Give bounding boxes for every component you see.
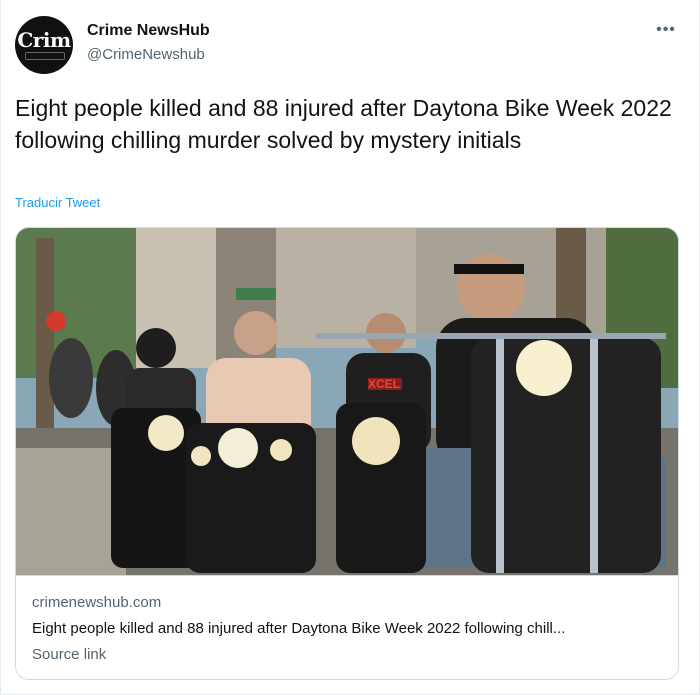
shirt-text: XCEL — [368, 377, 400, 391]
card-image[interactable]: XCEL — [16, 228, 678, 575]
author-name[interactable]: Crime NewsHub — [87, 22, 210, 40]
more-options-icon[interactable]: ••• — [651, 20, 681, 44]
bikers-photo: XCEL — [16, 228, 678, 575]
card-domain: crimenewshub.com — [32, 594, 162, 611]
tweet-text: Eight people killed and 88 injured after… — [15, 95, 672, 153]
translate-tweet-link[interactable]: Traducir Tweet — [15, 195, 100, 210]
avatar-logo-underline — [25, 52, 65, 60]
card-source-link[interactable]: Source link — [32, 646, 106, 663]
card-title[interactable]: Eight people killed and 88 injured after… — [32, 620, 668, 637]
link-card[interactable]: XCEL crimenewshub.com Eight people kille… — [15, 227, 679, 680]
tweet[interactable]: Crim Crime NewsHub @CrimeNewshub ••• Eig… — [0, 0, 700, 695]
card-footer[interactable]: crimenewshub.com Eight people killed and… — [16, 575, 678, 679]
avatar-logo-text: Crim — [17, 28, 71, 52]
author-handle[interactable]: @CrimeNewshub — [87, 46, 205, 63]
author-avatar[interactable]: Crim — [15, 16, 73, 74]
